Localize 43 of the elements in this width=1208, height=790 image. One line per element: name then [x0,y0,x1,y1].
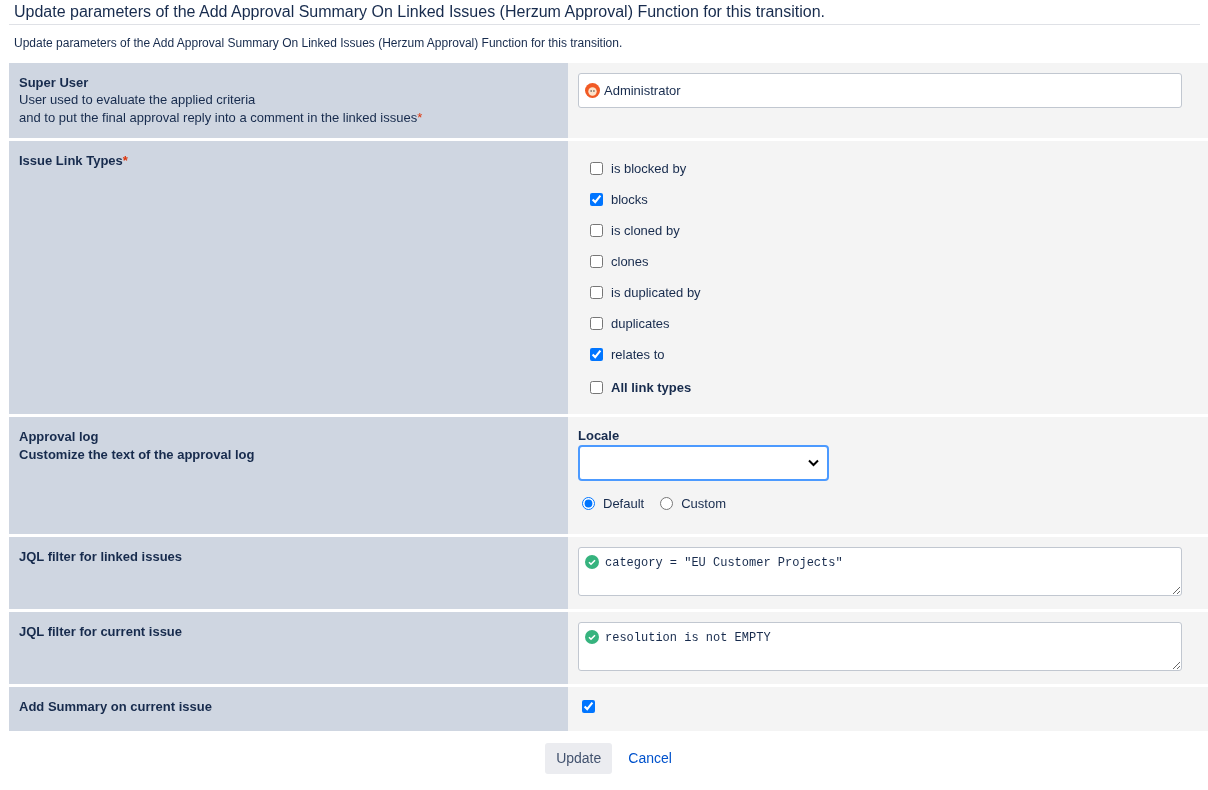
field-label: JQL filter for current issue [19,623,184,641]
radio-label: Default [603,494,645,513]
checkbox-label: relates to [611,346,665,364]
radio-button[interactable] [660,497,674,511]
intro-text: Update parameters of the Add Approval Summary On Linked Issues (Herzum Approval) Function for this transition. [13,34,624,52]
avatar-icon [585,82,600,98]
checkbox-label: is cloned by [611,222,680,240]
checkbox-label: is duplicated by [611,284,701,302]
checkbox[interactable] [590,224,603,238]
user-picker-field[interactable]: Administrator [578,72,1182,108]
checkbox[interactable] [590,286,603,300]
jql-text: resolution is not EMPTY [605,630,771,647]
field-label: Issue Link Types* [19,152,129,170]
locale-select[interactable] [578,444,829,481]
jql-field[interactable]: category = "EU Customer Projects" [578,547,1182,597]
field-description: User used to evaluate the applied criteria [19,91,257,110]
checkbox[interactable] [590,255,603,269]
checkbox-label: All link types [611,378,692,397]
checkbox[interactable] [582,700,595,714]
checkbox-label: is blocked by [611,160,687,178]
jql-field[interactable]: resolution is not EMPTY [578,622,1182,672]
field-subtitle: Customize the text of the approval log [19,445,256,464]
checkbox[interactable] [590,348,603,362]
field-label: Super User [19,73,90,92]
radio-label: Custom [681,494,726,513]
select-label: Locale [578,427,621,445]
jql-text: category = "EU Customer Projects" [605,555,843,572]
checkbox[interactable] [590,162,603,176]
checkbox-label: blocks [611,191,648,209]
checkbox-label: clones [611,253,649,271]
field-label: Add Summary on current issue [19,698,213,716]
cancel-link[interactable]: Cancel [628,748,672,768]
checkbox[interactable] [590,193,603,207]
radio-button[interactable] [582,497,595,511]
update-button[interactable]: Update [545,742,613,774]
field-label: JQL filter for linked issues [19,548,184,566]
field-label: Approval log [19,428,100,446]
chevron-down-icon [808,458,819,467]
page-title: Update parameters of the Add Approval Summary On Linked Issues (Herzum Approval) Function for this transition. [9,0,1200,25]
checkbox-label: duplicates [611,315,670,333]
checkbox[interactable] [590,380,603,394]
checkbox[interactable] [590,317,603,331]
field-description: and to put the final approval reply into a comment in the linked issues* [19,109,424,128]
